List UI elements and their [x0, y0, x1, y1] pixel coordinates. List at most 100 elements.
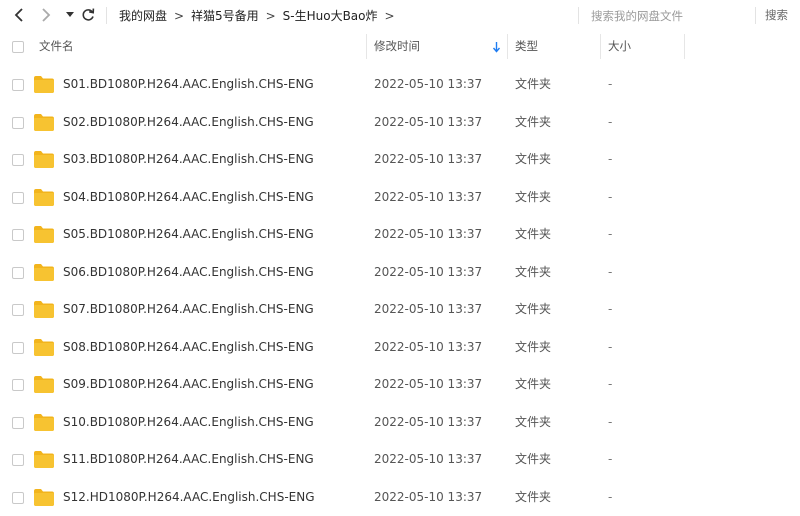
refresh-button[interactable]	[80, 6, 96, 24]
file-row[interactable]: S07.BD1080P.H264.AAC.English.CHS-ENG 2022…	[0, 291, 800, 329]
file-modified: 2022-05-10 13:37	[374, 141, 482, 179]
file-size: -	[608, 254, 612, 292]
file-modified: 2022-05-10 13:37	[374, 216, 482, 254]
file-size: -	[608, 479, 612, 516]
column-divider[interactable]	[507, 34, 508, 59]
row-checkbox[interactable]	[12, 492, 24, 504]
file-row[interactable]: S04.BD1080P.H264.AAC.English.CHS-ENG 2022…	[0, 179, 800, 217]
breadcrumb-item-backup[interactable]: 祥猫5号备用	[191, 7, 259, 24]
row-checkbox[interactable]	[12, 229, 24, 241]
file-row[interactable]: S05.BD1080P.H264.AAC.English.CHS-ENG 2022…	[0, 216, 800, 254]
column-divider[interactable]	[366, 34, 367, 59]
file-name[interactable]: S06.BD1080P.H264.AAC.English.CHS-ENG	[63, 254, 314, 292]
chevron-right-icon	[41, 8, 51, 22]
column-header-type[interactable]: 类型	[515, 31, 538, 62]
file-size: -	[608, 141, 612, 179]
caret-down-icon	[66, 12, 74, 18]
folder-icon	[34, 76, 54, 93]
row-checkbox[interactable]	[12, 304, 24, 316]
row-checkbox[interactable]	[12, 267, 24, 279]
file-name[interactable]: S10.BD1080P.H264.AAC.English.CHS-ENG	[63, 404, 314, 442]
file-type: 文件夹	[515, 329, 551, 367]
row-checkbox[interactable]	[12, 79, 24, 91]
column-header-name[interactable]: 文件名	[39, 31, 74, 62]
file-modified: 2022-05-10 13:37	[374, 329, 482, 367]
file-row[interactable]: S11.BD1080P.H264.AAC.English.CHS-ENG 2022…	[0, 441, 800, 479]
row-checkbox[interactable]	[12, 342, 24, 354]
file-size: -	[608, 404, 612, 442]
file-row[interactable]: S12.HD1080P.H264.AAC.English.CHS-ENG2022…	[0, 479, 800, 516]
column-divider[interactable]	[600, 34, 601, 59]
file-name[interactable]: S11.BD1080P.H264.AAC.English.CHS-ENG	[63, 441, 314, 479]
file-name[interactable]: S01.BD1080P.H264.AAC.English.CHS-ENG	[63, 66, 314, 104]
file-row[interactable]: S03.BD1080P.H264.AAC.English.CHS-ENG 2022…	[0, 141, 800, 179]
file-name[interactable]: S08.BD1080P.H264.AAC.English.CHS-ENG	[63, 329, 314, 367]
search-button[interactable]: 搜索	[765, 0, 788, 31]
row-checkbox[interactable]	[12, 379, 24, 391]
folder-icon	[34, 489, 54, 506]
file-type: 文件夹	[515, 441, 551, 479]
column-header-size[interactable]: 大小	[608, 31, 631, 62]
file-type: 文件夹	[515, 141, 551, 179]
file-modified: 2022-05-10 13:37	[374, 441, 482, 479]
file-size: -	[608, 291, 612, 329]
folder-icon	[34, 301, 54, 318]
breadcrumb-item-my-drive[interactable]: 我的网盘	[119, 7, 167, 24]
back-button[interactable]	[11, 6, 27, 24]
folder-icon	[34, 376, 54, 393]
breadcrumb-separator: >	[167, 9, 191, 23]
folder-icon	[34, 264, 54, 281]
file-type: 文件夹	[515, 404, 551, 442]
file-name[interactable]: S03.BD1080P.H264.AAC.English.CHS-ENG	[63, 141, 314, 179]
file-type: 文件夹	[515, 216, 551, 254]
folder-icon	[34, 414, 54, 431]
file-modified: 2022-05-10 13:37	[374, 254, 482, 292]
folder-icon	[34, 339, 54, 356]
file-row[interactable]: S10.BD1080P.H264.AAC.English.CHS-ENG2022…	[0, 404, 800, 442]
folder-icon	[34, 226, 54, 243]
file-type: 文件夹	[515, 366, 551, 404]
file-row[interactable]: S01.BD1080P.H264.AAC.English.CHS-ENG2022…	[0, 66, 800, 104]
file-name[interactable]: S05.BD1080P.H264.AAC.English.CHS-ENG	[63, 216, 314, 254]
column-header: 文件名 修改时间 类型 大小	[0, 31, 800, 62]
column-divider[interactable]	[684, 34, 685, 59]
row-checkbox[interactable]	[12, 154, 24, 166]
folder-icon	[34, 151, 54, 168]
file-modified: 2022-05-10 13:37	[374, 291, 482, 329]
folder-icon	[34, 189, 54, 206]
breadcrumb-item-current-folder[interactable]: S-生Huo大Bao炸	[283, 7, 378, 24]
history-dropdown[interactable]	[62, 6, 78, 24]
file-row[interactable]: S08.BD1080P.H264.AAC.English.CHS-ENG 2022…	[0, 329, 800, 367]
file-name[interactable]: S04.BD1080P.H264.AAC.English.CHS-ENG	[63, 179, 314, 217]
file-row[interactable]: S09.BD1080P.H264.AAC.English.CHS-ENG2022…	[0, 366, 800, 404]
file-type: 文件夹	[515, 254, 551, 292]
file-row[interactable]: S02.BD1080P.H264.AAC.English.CHS-ENG 2022…	[0, 104, 800, 142]
file-name[interactable]: S12.HD1080P.H264.AAC.English.CHS-ENG	[63, 479, 315, 516]
breadcrumb: 我的网盘 > 祥猫5号备用 > S-生Huo大Bao炸 >	[119, 0, 402, 31]
row-checkbox[interactable]	[12, 192, 24, 204]
file-type: 文件夹	[515, 66, 551, 104]
search-input[interactable]: 搜索我的网盘文件	[585, 4, 755, 27]
file-size: -	[608, 329, 612, 367]
file-name[interactable]: S07.BD1080P.H264.AAC.English.CHS-ENG	[63, 291, 314, 329]
file-name[interactable]: S02.BD1080P.H264.AAC.English.CHS-ENG	[63, 104, 314, 142]
row-checkbox[interactable]	[12, 454, 24, 466]
row-checkbox[interactable]	[12, 117, 24, 129]
folder-icon	[34, 451, 54, 468]
arrow-down-icon[interactable]	[492, 41, 501, 53]
file-size: -	[608, 66, 612, 104]
file-size: -	[608, 216, 612, 254]
toolbar-divider	[578, 7, 579, 24]
forward-button[interactable]	[38, 6, 54, 24]
breadcrumb-separator: >	[259, 9, 283, 23]
row-checkbox[interactable]	[12, 417, 24, 429]
select-all-checkbox[interactable]	[12, 41, 24, 53]
file-modified: 2022-05-10 13:37	[374, 104, 482, 142]
toolbar-divider	[106, 7, 107, 24]
file-modified: 2022-05-10 13:37	[374, 179, 482, 217]
file-row[interactable]: S06.BD1080P.H264.AAC.English.CHS-ENG 2022…	[0, 254, 800, 292]
toolbar: 我的网盘 > 祥猫5号备用 > S-生Huo大Bao炸 > 搜索我的网盘文件 搜…	[0, 0, 800, 31]
folder-icon	[34, 114, 54, 131]
file-name[interactable]: S09.BD1080P.H264.AAC.English.CHS-ENG	[63, 366, 314, 404]
column-header-modified[interactable]: 修改时间	[374, 31, 420, 62]
